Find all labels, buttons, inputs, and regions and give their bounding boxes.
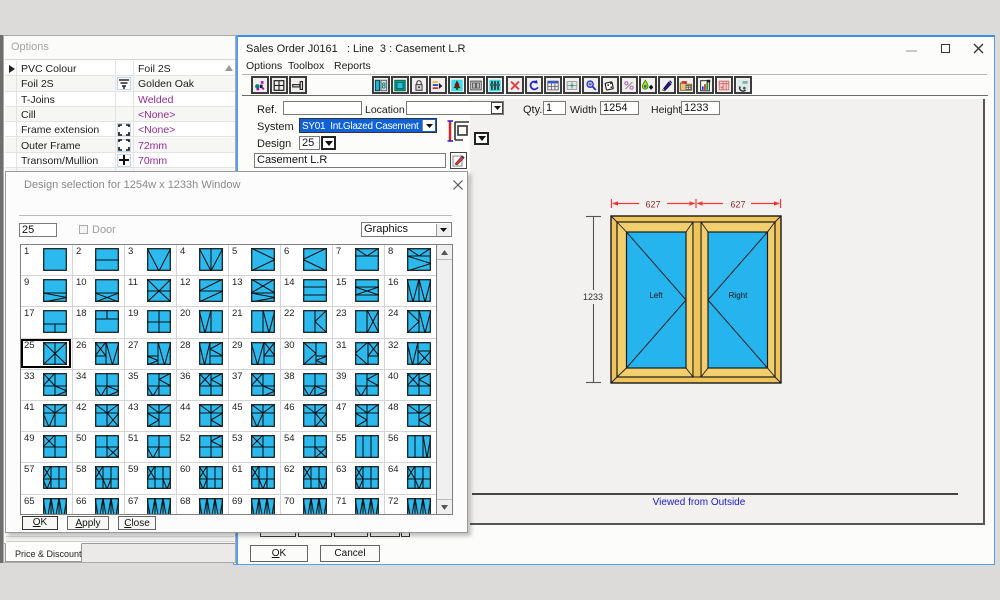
svg-text:1233: 1233 xyxy=(583,292,603,302)
svg-text:Right: Right xyxy=(729,291,748,300)
svg-text:627: 627 xyxy=(645,200,660,210)
svg-text:Left: Left xyxy=(649,291,663,300)
svg-text:627: 627 xyxy=(730,200,745,210)
svg-text:8: 8 xyxy=(382,82,387,91)
